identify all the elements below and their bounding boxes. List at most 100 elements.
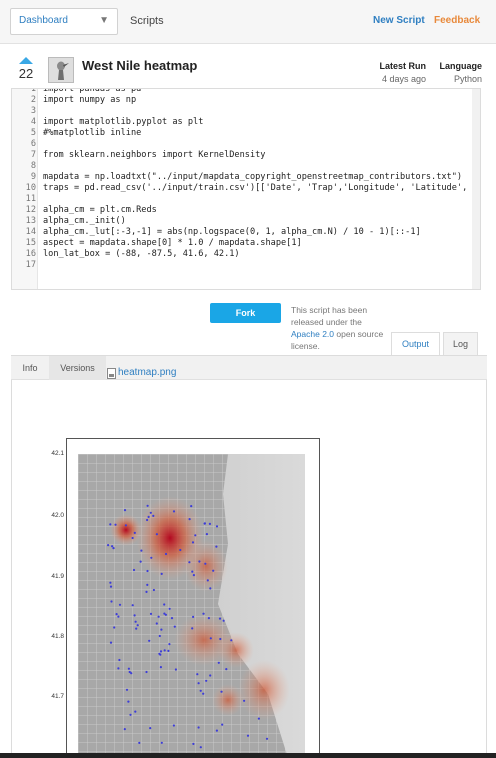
line-number: 17 — [25, 260, 36, 270]
trap-point — [149, 727, 152, 730]
trap-point — [170, 617, 174, 620]
trap-point — [173, 625, 176, 628]
avatar-image — [49, 58, 73, 82]
code-line: 1 import pandas as pd — [12, 88, 467, 95]
trap-point — [115, 613, 118, 616]
code-line: 13 alpha_cm._init() — [12, 216, 467, 227]
vote-widget[interactable]: 22 — [16, 57, 36, 81]
trap-point — [132, 568, 136, 572]
trap-point — [209, 587, 212, 590]
trap-point — [146, 518, 149, 522]
code-line: 8 — [12, 161, 467, 172]
line-number: 15 — [25, 238, 36, 248]
trap-point — [114, 523, 117, 526]
trap-point — [159, 650, 163, 653]
trap-point — [149, 511, 152, 514]
trap-point — [136, 624, 139, 627]
trap-point — [167, 649, 170, 652]
avatar[interactable] — [48, 57, 74, 83]
trap-point — [146, 504, 149, 507]
line-text: mapdata = np.loadtxt("../input/mapdata_c… — [43, 172, 463, 182]
trap-point — [163, 649, 166, 652]
line-number: 10 — [25, 183, 36, 193]
trap-point — [123, 728, 126, 731]
code-scrollbar[interactable] — [472, 89, 480, 289]
language-label: Language — [439, 61, 482, 71]
heatmap-file-link[interactable]: heatmap.png — [118, 367, 176, 378]
trap-point — [152, 514, 155, 517]
chevron-down-icon: ▼ — [99, 15, 109, 26]
code-editor[interactable]: 1 import pandas as pd 2 import numpy as np 3… — [11, 88, 481, 290]
trap-point — [134, 710, 137, 713]
trap-point — [222, 619, 225, 622]
script-title: West Nile heatmap — [82, 58, 198, 73]
trap-point — [140, 549, 143, 552]
trap-point — [197, 682, 200, 685]
new-script-link[interactable]: New Script — [373, 15, 425, 26]
trap-point — [125, 688, 129, 691]
trap-point — [168, 643, 171, 646]
trap-point — [225, 668, 228, 671]
trap-point — [117, 667, 120, 670]
code-line: 15 aspect = mapdata.shape[0] * 1.0 / mapd… — [12, 238, 467, 249]
code-line: 7 from sklearn.neighbors import KernelDen… — [12, 150, 467, 161]
trap-point — [139, 560, 142, 563]
code-line: 9 mapdata = np.loadtxt("../input/mapdata_… — [12, 172, 467, 183]
code-line: 11 — [12, 194, 467, 205]
tab-versions[interactable]: Versions — [49, 356, 106, 380]
trap-point — [110, 600, 113, 603]
heatmap-svg — [78, 454, 305, 758]
trap-point — [160, 572, 163, 575]
trap-point — [145, 590, 148, 593]
trap-point — [243, 699, 246, 702]
tab-log[interactable]: Log — [443, 332, 478, 355]
trap-point — [215, 729, 218, 732]
trap-point — [163, 612, 166, 615]
line-number: 13 — [25, 216, 36, 226]
language-value: Python — [453, 74, 482, 84]
trap-point — [198, 560, 201, 563]
upvote-icon[interactable] — [19, 57, 33, 64]
trap-point — [194, 534, 197, 537]
dashboard-select-value: Dashboard — [19, 15, 68, 26]
trap-point — [172, 510, 176, 513]
code-line: 3 — [12, 106, 467, 117]
line-number: 3 — [30, 106, 36, 116]
trap-point — [196, 673, 199, 676]
line-number: 7 — [30, 150, 36, 160]
trap-point — [117, 615, 120, 618]
feedback-link[interactable]: Feedback — [434, 15, 480, 26]
code-line: 10 traps = pd.read_csv('../input/train.cs… — [12, 183, 468, 194]
trap-point — [192, 742, 195, 745]
trap-point — [146, 569, 149, 573]
dashboard-select[interactable]: Dashboard ▼ — [10, 8, 118, 35]
trap-point — [109, 523, 112, 526]
tab-output[interactable]: Output — [391, 332, 440, 355]
code-line: 2 import numpy as np — [12, 95, 467, 106]
code-line: 17 — [12, 260, 467, 271]
license-link[interactable]: Apache 2.0 — [291, 329, 334, 339]
trap-point — [155, 533, 158, 536]
line-number: 16 — [25, 249, 36, 259]
trap-point — [130, 672, 133, 675]
line-number: 1 — [30, 88, 36, 94]
y-tick-label: 41.7 — [51, 693, 64, 700]
trap-point — [215, 545, 218, 548]
tab-info[interactable]: Info — [12, 356, 48, 380]
trap-point — [148, 639, 151, 642]
code-line: 4 import matplotlib.pyplot as plt — [12, 117, 467, 128]
trap-point — [217, 661, 220, 664]
trap-point — [212, 569, 215, 572]
trap-point — [164, 552, 168, 556]
trap-point — [112, 547, 115, 550]
trap-point — [220, 690, 223, 693]
code-line: 14 alpha_cm._lut[:-3,-1] = abs(np.logspac… — [12, 227, 467, 238]
line-text: alpha_cm._init() — [43, 216, 126, 226]
trap-point — [127, 667, 130, 670]
breadcrumb[interactable]: Scripts — [130, 15, 164, 27]
line-text: lon_lat_box = (-88, -87.5, 41.6, 42.1) — [43, 249, 240, 259]
trap-point — [168, 607, 171, 610]
trap-point — [188, 561, 191, 564]
trap-point — [246, 734, 250, 737]
fork-button[interactable]: Fork — [210, 303, 281, 323]
